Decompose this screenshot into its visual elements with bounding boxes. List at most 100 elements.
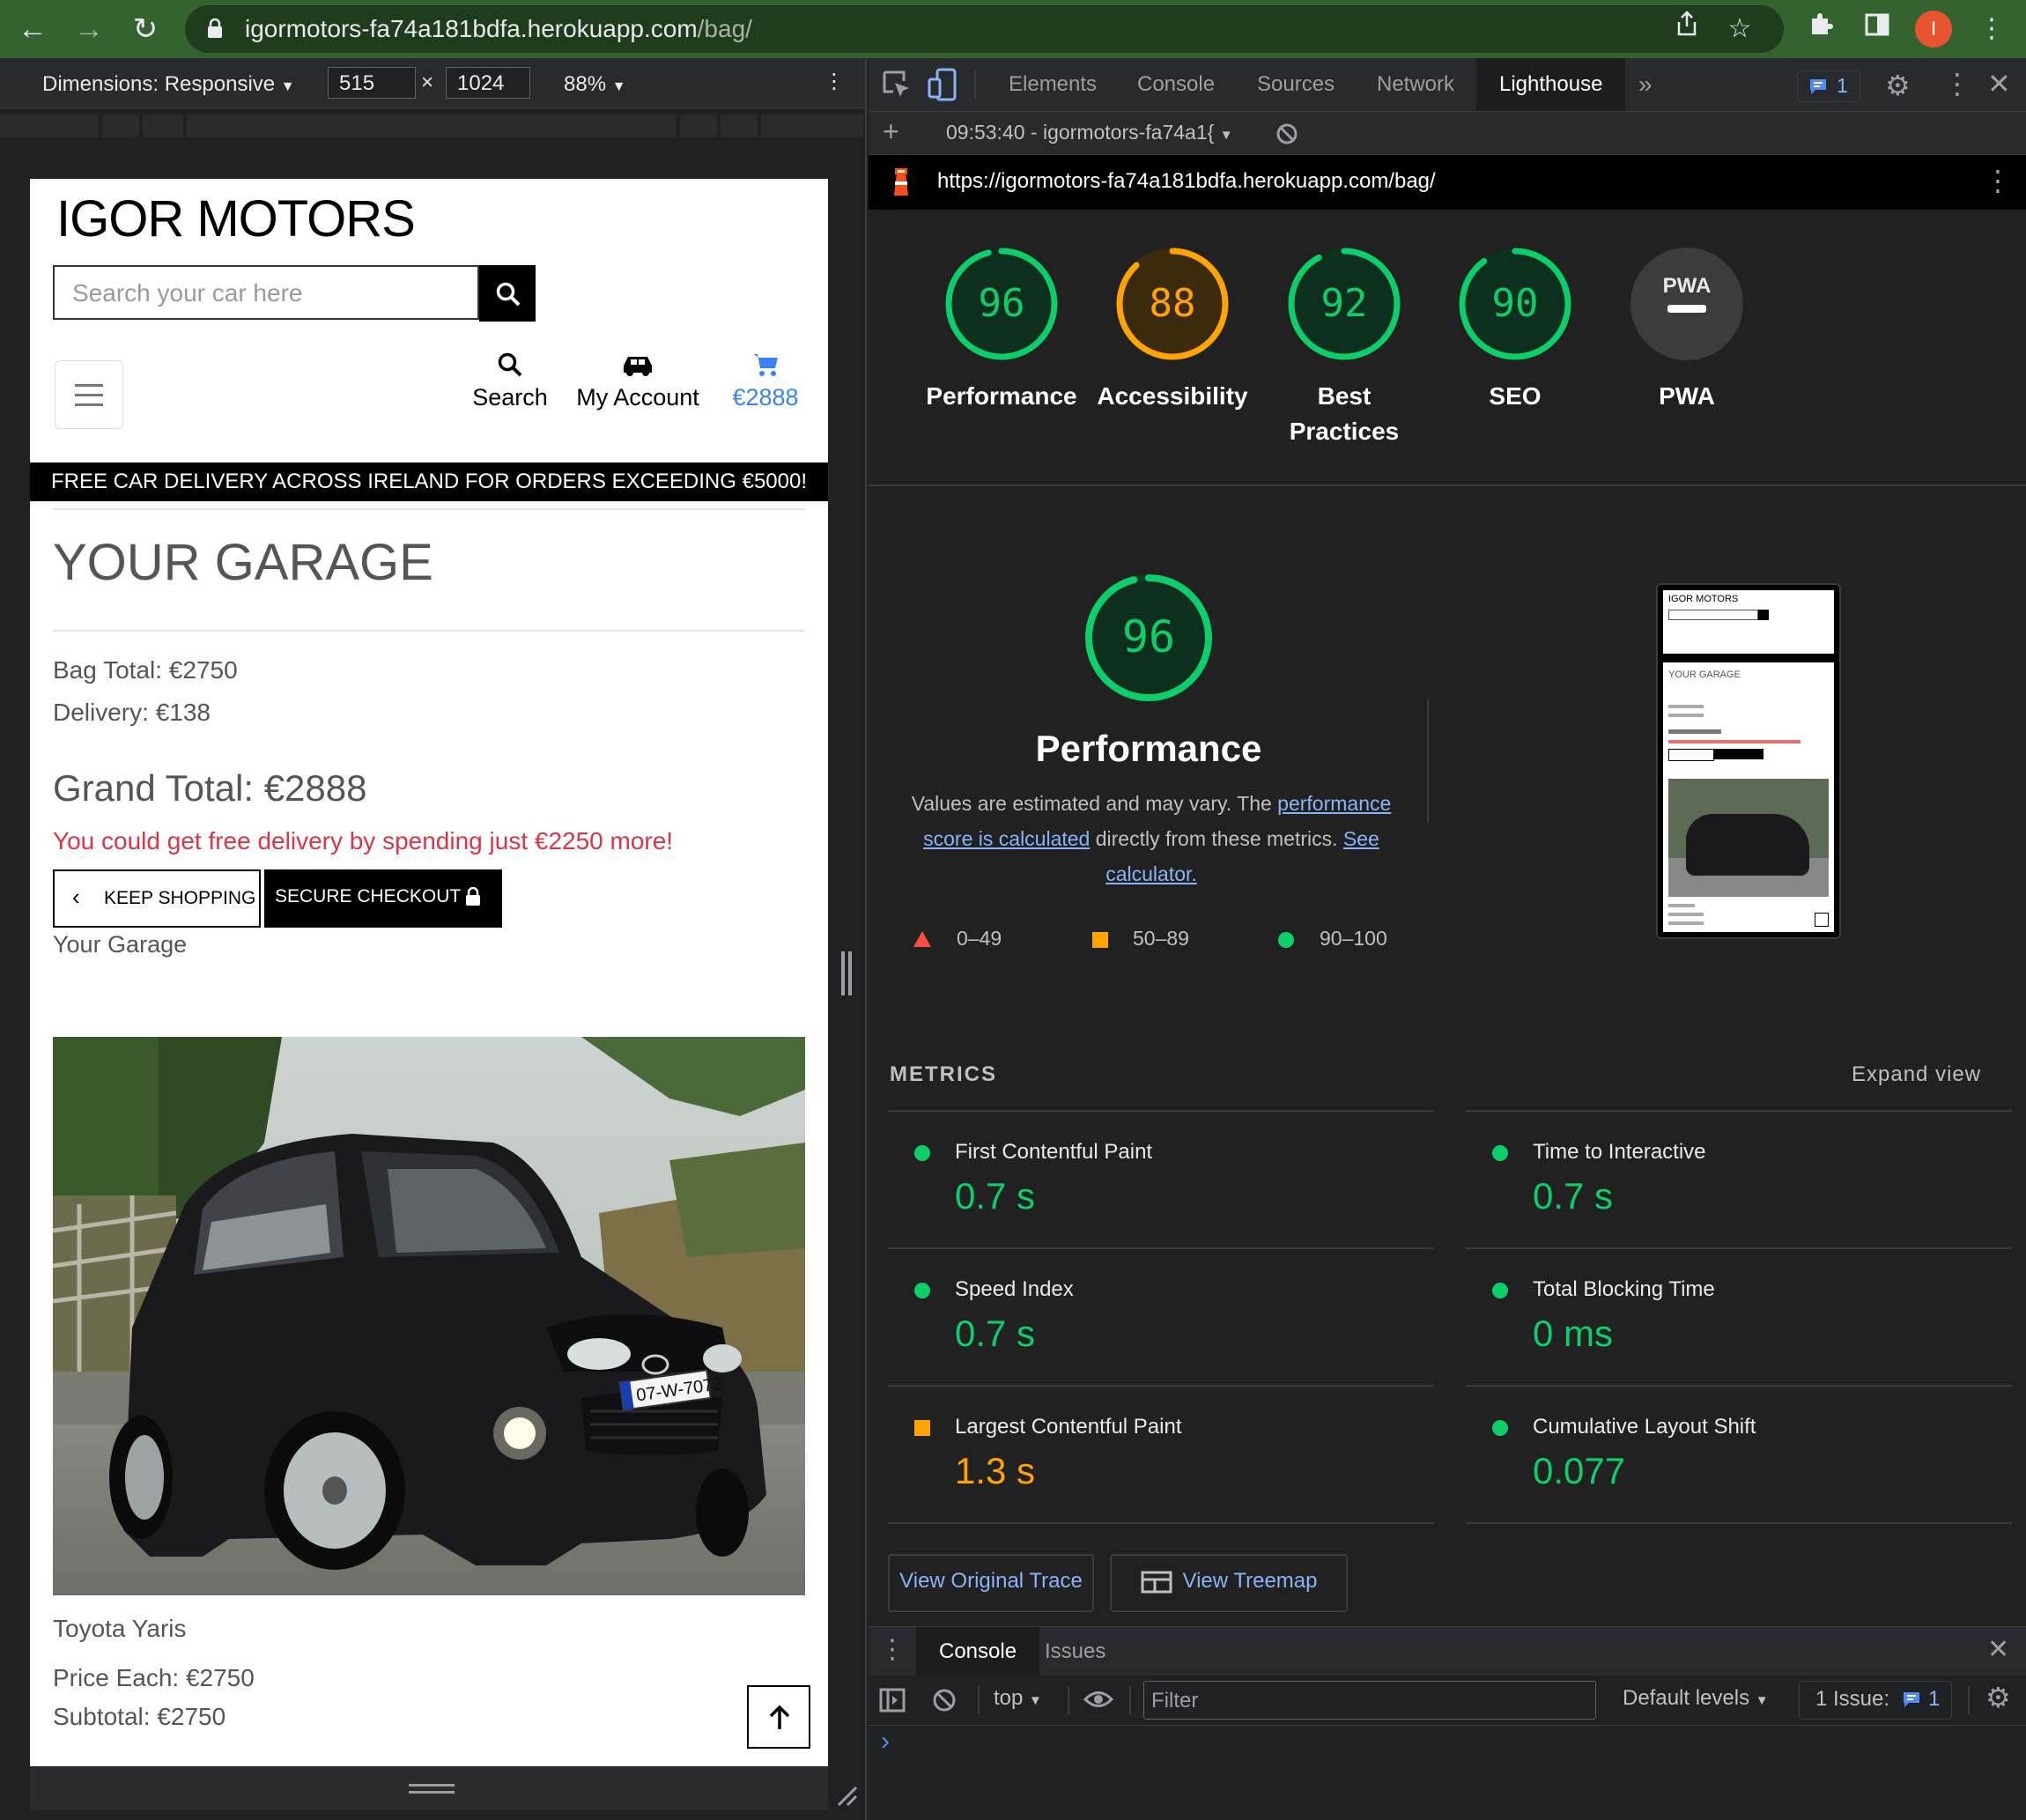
media-query-segment[interactable] (721, 115, 758, 137)
tab-sources[interactable]: Sources (1257, 58, 1335, 111)
gauge-label-line: SEO (1489, 382, 1542, 410)
issues-counter-button[interactable]: 1 (1797, 70, 1860, 102)
device-width-input[interactable]: 515 (328, 67, 416, 99)
console-prompt[interactable]: › (881, 1727, 890, 1757)
lock-icon (466, 887, 480, 906)
product-image[interactable]: 07-W-7072 (53, 1037, 805, 1595)
nav-search-label: Search (472, 384, 548, 411)
dimensions-dropdown[interactable]: Dimensions: Responsive ▼ (42, 72, 295, 97)
issue-label: 1 Issue: (1815, 1687, 1890, 1711)
tab-console[interactable]: Console (1137, 58, 1215, 111)
pass-circle-icon (1492, 1420, 1508, 1436)
page-screenshot-thumbnail[interactable]: IGOR MOTORS YOUR GARAGE (1656, 583, 1841, 939)
drawer-tab-issues[interactable]: Issues (1045, 1627, 1105, 1676)
legend-fail: 0–49 (957, 927, 1002, 950)
side-panel-icon[interactable] (1855, 7, 1899, 51)
settings-gear-icon[interactable]: ⚙ (1885, 69, 1911, 102)
sidebar-toggle-icon[interactable] (879, 1688, 906, 1713)
media-query-segment[interactable] (761, 115, 863, 137)
live-expression-eye-icon[interactable] (1083, 1688, 1113, 1711)
pwa-badge (1630, 248, 1743, 360)
console-issues-button[interactable]: 1 Issue: 1 (1799, 1681, 1952, 1720)
address-bar[interactable]: igormotors-fa74a181bdfa.herokuapp.com/ba… (185, 5, 1784, 53)
bookmark-star-icon[interactable]: ☆ (1718, 7, 1762, 51)
side-resize-handle[interactable] (841, 951, 845, 995)
drawer-tab-console[interactable]: Console (916, 1627, 1040, 1676)
context-selector[interactable]: top ▼ (994, 1686, 1042, 1711)
thumbnail-search (1668, 610, 1758, 620)
report-url[interactable]: https://igormotors-fa74a181bdfa.herokuap… (937, 169, 1436, 194)
metrics-title: METRICS (890, 1062, 997, 1086)
media-query-segment[interactable] (143, 115, 183, 137)
levels-label: Default levels (1623, 1686, 1750, 1710)
resize-handle-line[interactable] (409, 1784, 455, 1787)
new-report-icon[interactable]: + (883, 115, 899, 148)
devtools-menu-icon[interactable]: ⋮ (1943, 67, 1971, 100)
close-drawer-icon[interactable]: ✕ (1987, 1634, 2009, 1665)
message-icon (1904, 1692, 1919, 1707)
secure-checkout-button[interactable]: SECURE CHECKOUT (264, 869, 502, 928)
console-filter-input[interactable]: Filter (1143, 1681, 1596, 1720)
forward-arrow-icon[interactable]: → (67, 7, 111, 51)
nav-search-link[interactable]: Search (470, 351, 550, 411)
keep-shopping-button[interactable]: ‹ KEEP SHOPPING (53, 869, 261, 928)
back-arrow-icon[interactable]: ← (11, 7, 55, 51)
gauge-label: PWA (1599, 379, 1775, 414)
chevron-down-icon: ▼ (1029, 1693, 1042, 1708)
search-button[interactable] (479, 265, 536, 322)
device-toggle-icon[interactable] (927, 67, 958, 102)
drawer-menu-icon[interactable]: ⋮ (879, 1634, 906, 1665)
media-query-segment[interactable] (187, 115, 677, 137)
context-label: top (994, 1686, 1024, 1710)
reload-icon[interactable]: ↻ (123, 7, 167, 51)
clear-console-icon[interactable] (932, 1688, 957, 1713)
side-resize-handle[interactable] (848, 951, 852, 995)
report-selector[interactable]: 09:53:40 - igormotors-fa74a1{ ▼ (946, 121, 1233, 144)
more-tabs-icon[interactable]: » (1638, 58, 1653, 111)
extensions-icon[interactable] (1799, 7, 1843, 51)
gauge-label-line: Accessibility (1097, 382, 1248, 410)
tab-elements[interactable]: Elements (1009, 58, 1097, 111)
gauge-label-line: Practices (1289, 418, 1400, 445)
inspect-element-icon[interactable] (881, 69, 913, 100)
thumbnail-line (1668, 740, 1800, 744)
search-input[interactable]: Search your car here (53, 265, 479, 320)
share-icon[interactable] (1665, 7, 1709, 51)
hamburger-menu-button[interactable] (55, 360, 123, 429)
metric-first-contentful-paint: First Contentful Paint 0.7 s (888, 1110, 1434, 1247)
device-toolbar: Dimensions: Responsive ▼ 515 × 1024 88% … (0, 58, 867, 108)
tab-network[interactable]: Network (1377, 58, 1454, 111)
media-query-segment[interactable] (0, 115, 99, 137)
thumbnail-search-button (1758, 610, 1769, 620)
metric-divider (1466, 1385, 2012, 1387)
thumbnail-line (1668, 729, 1721, 734)
devtools-divider[interactable] (865, 58, 867, 1820)
lock-icon (206, 18, 224, 39)
product-name[interactable]: Toyota Yaris (53, 1615, 186, 1643)
resize-handle-line[interactable] (409, 1791, 455, 1794)
view-trace-button[interactable]: View Original Trace (888, 1554, 1094, 1612)
thumbnail-line (1668, 714, 1704, 717)
clear-reports-icon[interactable] (1275, 122, 1298, 145)
console-settings-gear-icon[interactable]: ⚙ (1985, 1681, 2011, 1714)
zoom-dropdown[interactable]: 88% ▼ (564, 72, 626, 97)
device-height-input[interactable]: 1024 (446, 67, 530, 99)
report-menu-icon[interactable]: ⋮ (1984, 164, 2012, 197)
thumbnail-banner (1663, 654, 1834, 662)
site-brand[interactable]: IGOR MOTORS (56, 189, 416, 248)
media-query-segment[interactable] (102, 115, 139, 137)
device-more-icon[interactable]: ⋮ (824, 69, 845, 94)
nav-account-link[interactable]: My Account (569, 351, 706, 411)
expand-view-toggle[interactable]: Expand view (1852, 1062, 1981, 1087)
browser-menu-icon[interactable]: ⋮ (1970, 7, 2014, 51)
log-levels-dropdown[interactable]: Default levels ▼ (1623, 1686, 1769, 1711)
divider (869, 485, 2026, 486)
profile-avatar[interactable]: I (1915, 11, 1952, 48)
view-treemap-button[interactable]: View Treemap (1110, 1554, 1348, 1612)
tab-lighthouse[interactable]: Lighthouse (1476, 58, 1626, 111)
media-query-segment[interactable] (680, 115, 717, 137)
corner-resize-icon[interactable] (835, 1784, 858, 1807)
close-devtools-icon[interactable]: ✕ (1987, 67, 2011, 100)
back-to-top-button[interactable] (747, 1685, 810, 1749)
nav-cart-link[interactable]: €2888 (724, 351, 807, 411)
